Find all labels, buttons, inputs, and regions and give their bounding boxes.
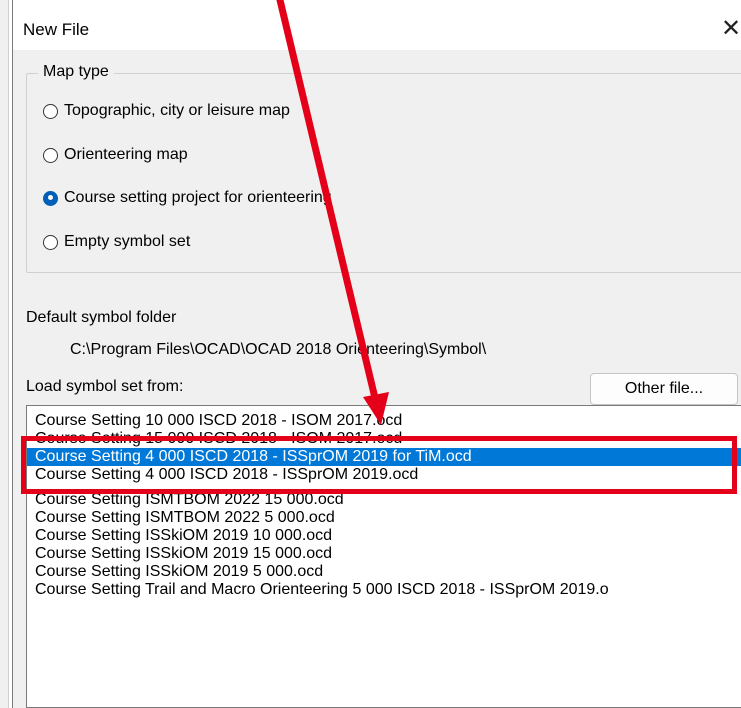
red-arrow-icon <box>276 0 389 425</box>
